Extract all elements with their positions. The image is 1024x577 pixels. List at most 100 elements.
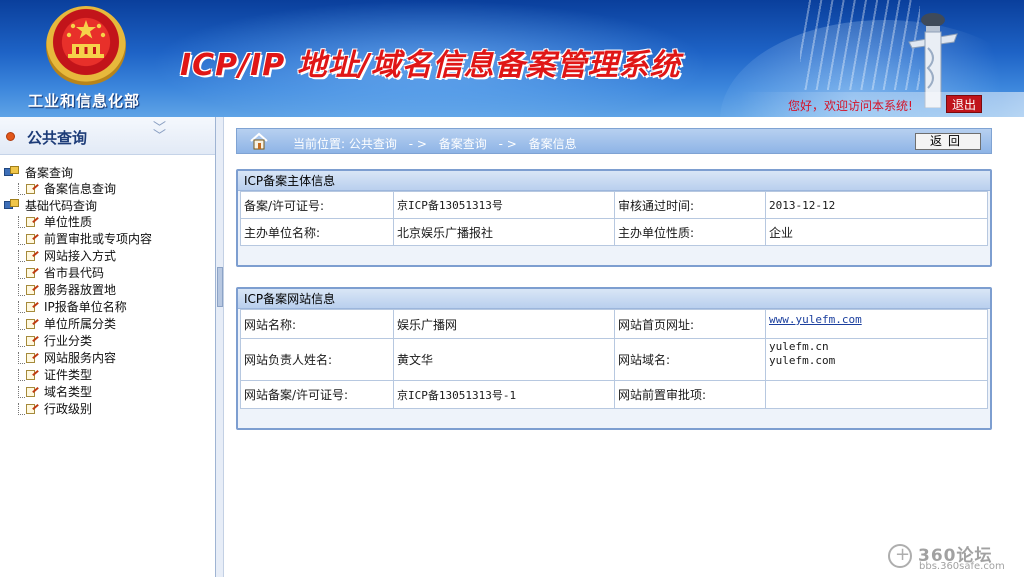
document-icon xyxy=(18,283,40,296)
document-icon xyxy=(18,300,40,313)
breadcrumb-separator: - > xyxy=(498,137,517,151)
tree-item-label: 备案信息查询 xyxy=(44,180,117,197)
tree-group-label: 基础代码查询 xyxy=(25,198,98,213)
tree-item-label: 省市县代码 xyxy=(44,266,105,280)
tree-group-record-query[interactable]: 备案查询 xyxy=(4,164,152,180)
document-icon xyxy=(18,385,40,398)
document-icon xyxy=(18,351,40,364)
tree-item-domain-type[interactable]: 域名类型 xyxy=(18,383,152,400)
field-label: 网站前置审批项: xyxy=(614,380,766,409)
field-label: 审核通过时间: xyxy=(614,191,766,219)
field-value xyxy=(765,380,988,409)
document-icon xyxy=(18,334,40,347)
folder-icon xyxy=(4,166,21,178)
tree-item-pre-approval[interactable]: 前置审批或专项内容 xyxy=(18,230,152,247)
document-icon xyxy=(18,232,40,245)
table-row: 网站名称: 娱乐广播网 网站首页网址: www.yulefm.com xyxy=(240,309,988,339)
field-value: 娱乐广播网 xyxy=(393,309,615,339)
back-button[interactable]: 返回 xyxy=(915,133,981,150)
tree-item-certificate-type[interactable]: 证件类型 xyxy=(18,366,152,383)
watermark-logo: 360论坛 bbs.360safe.com xyxy=(888,541,1018,573)
welcome-text: 您好，欢迎访问本系统! xyxy=(788,99,913,113)
breadcrumb-bar: 当前位置: 公共查询 - > 备案查询 - > 备案信息 返回 xyxy=(236,128,992,154)
sidebar: 公共查询 ﹀ ﹀ 备案查询 备案信息查询 基础代码查询 单位性质 前置审批或专项内… xyxy=(0,117,216,577)
table-row: 网站备案/许可证号: 京ICP备13051313号-1 网站前置审批项: xyxy=(240,380,988,409)
field-value: 2013-12-12 xyxy=(765,191,988,219)
tree-item-unit-category[interactable]: 单位所属分类 xyxy=(18,315,152,332)
tree-item-access-method[interactable]: 网站接入方式 xyxy=(18,247,152,264)
field-label: 网站域名: xyxy=(614,338,766,381)
website-info-table: 网站名称: 娱乐广播网 网站首页网址: www.yulefm.com 网站负责人… xyxy=(240,309,988,409)
document-icon xyxy=(18,215,40,228)
folder-icon xyxy=(4,199,21,211)
breadcrumb-prefix: 当前位置: 公共查询 xyxy=(293,137,397,151)
tree-item-record-info-query[interactable]: 备案信息查询 xyxy=(18,180,152,197)
main-content: 当前位置: 公共查询 - > 备案查询 - > 备案信息 返回 ICP备案主体信… xyxy=(225,117,1024,577)
field-label: 网站名称: xyxy=(240,309,394,339)
document-icon xyxy=(18,266,40,279)
banner-rays xyxy=(800,0,920,90)
homepage-link[interactable]: www.yulefm.com xyxy=(769,313,862,326)
panel-title: ICP备案主体信息 xyxy=(238,171,990,191)
subject-info-panel: ICP备案主体信息 备案/许可证号: 京ICP备13051313号 审核通过时间… xyxy=(236,169,992,267)
system-title: ICP/IP 地址/域名信息备案管理系统 xyxy=(180,48,681,83)
panel-footer xyxy=(238,409,990,428)
field-value: 京ICP备13051313号 xyxy=(393,191,615,219)
tree-item-region-code[interactable]: 省市县代码 xyxy=(18,264,152,281)
tree-item-label: 服务器放置地 xyxy=(44,283,117,297)
field-label: 主办单位性质: xyxy=(614,218,766,246)
tree-item-server-location[interactable]: 服务器放置地 xyxy=(18,281,152,298)
website-info-panel: ICP备案网站信息 网站名称: 娱乐广播网 网站首页网址: www.yulefm… xyxy=(236,287,992,430)
plus-circle-icon xyxy=(888,544,912,568)
bullet-icon xyxy=(6,132,15,141)
tree-item-label: 证件类型 xyxy=(44,368,93,382)
header-banner: 工业和信息化部 ICP/IP 地址/域名信息备案管理系统 您好，欢迎访问本系统!… xyxy=(0,0,1024,117)
field-label: 网站首页网址: xyxy=(614,309,766,339)
org-name: 工业和信息化部 xyxy=(28,92,141,110)
document-icon xyxy=(18,402,40,415)
tree-group-base-code-query[interactable]: 基础代码查询 xyxy=(4,197,152,213)
watermark-url: bbs.360safe.com xyxy=(919,561,1005,572)
breadcrumb: 当前位置: 公共查询 - > 备案查询 - > 备案信息 xyxy=(293,135,585,152)
sidebar-splitter[interactable] xyxy=(216,117,224,577)
tree-item-ip-reporting-unit[interactable]: IP报备单位名称 xyxy=(18,298,152,315)
document-icon xyxy=(18,249,40,262)
tree-item-label: IP报备单位名称 xyxy=(44,300,127,314)
tree-item-label: 行业分类 xyxy=(44,334,93,348)
tree-item-label: 前置审批或专项内容 xyxy=(44,232,153,246)
field-value: www.yulefm.com xyxy=(765,309,988,339)
field-value: 企业 xyxy=(765,218,988,246)
table-row: 备案/许可证号: 京ICP备13051313号 审核通过时间: 2013-12-… xyxy=(240,191,988,219)
tree-item-label: 网站服务内容 xyxy=(44,351,117,365)
tree-item-label: 网站接入方式 xyxy=(44,249,117,263)
tree-item-industry[interactable]: 行业分类 xyxy=(18,332,152,349)
sidebar-header[interactable]: 公共查询 ﹀ ﹀ xyxy=(0,117,215,155)
field-label: 主办单位名称: xyxy=(240,218,394,246)
tree-item-label: 行政级别 xyxy=(44,402,93,416)
document-icon xyxy=(18,368,40,381)
table-row: 网站负责人姓名: 黄文华 网站域名: yulefm.cn yulefm.com xyxy=(240,338,988,381)
tree-item-label: 单位所属分类 xyxy=(44,317,117,331)
tree-item-service-content[interactable]: 网站服务内容 xyxy=(18,349,152,366)
tree-item-admin-level[interactable]: 行政级别 xyxy=(18,400,152,417)
double-chevron-down-icon[interactable]: ﹀ ﹀ xyxy=(153,122,166,143)
field-label: 备案/许可证号: xyxy=(240,191,394,219)
logout-button[interactable]: 退出 xyxy=(946,95,982,113)
document-icon xyxy=(18,317,40,330)
breadcrumb-level2[interactable]: 备案查询 xyxy=(439,137,487,151)
field-label: 网站备案/许可证号: xyxy=(240,380,394,409)
sidebar-title: 公共查询 xyxy=(27,129,88,147)
domain-item: yulefm.com xyxy=(769,354,836,367)
tree-group-label: 备案查询 xyxy=(25,165,74,180)
field-value: 黄文华 xyxy=(393,338,615,381)
home-icon[interactable] xyxy=(249,132,269,150)
tree-item-unit-nature[interactable]: 单位性质 xyxy=(18,213,152,230)
tree-item-label: 域名类型 xyxy=(44,385,93,399)
national-emblem-icon xyxy=(46,6,126,86)
breadcrumb-separator: - > xyxy=(408,137,427,151)
table-row: 主办单位名称: 北京娱乐广播报社 主办单位性质: 企业 xyxy=(240,218,988,246)
subject-info-table: 备案/许可证号: 京ICP备13051313号 审核通过时间: 2013-12-… xyxy=(240,191,988,246)
panel-footer xyxy=(238,246,990,265)
collapse-handle[interactable] xyxy=(217,267,223,307)
field-value: 京ICP备13051313号-1 xyxy=(393,380,615,409)
